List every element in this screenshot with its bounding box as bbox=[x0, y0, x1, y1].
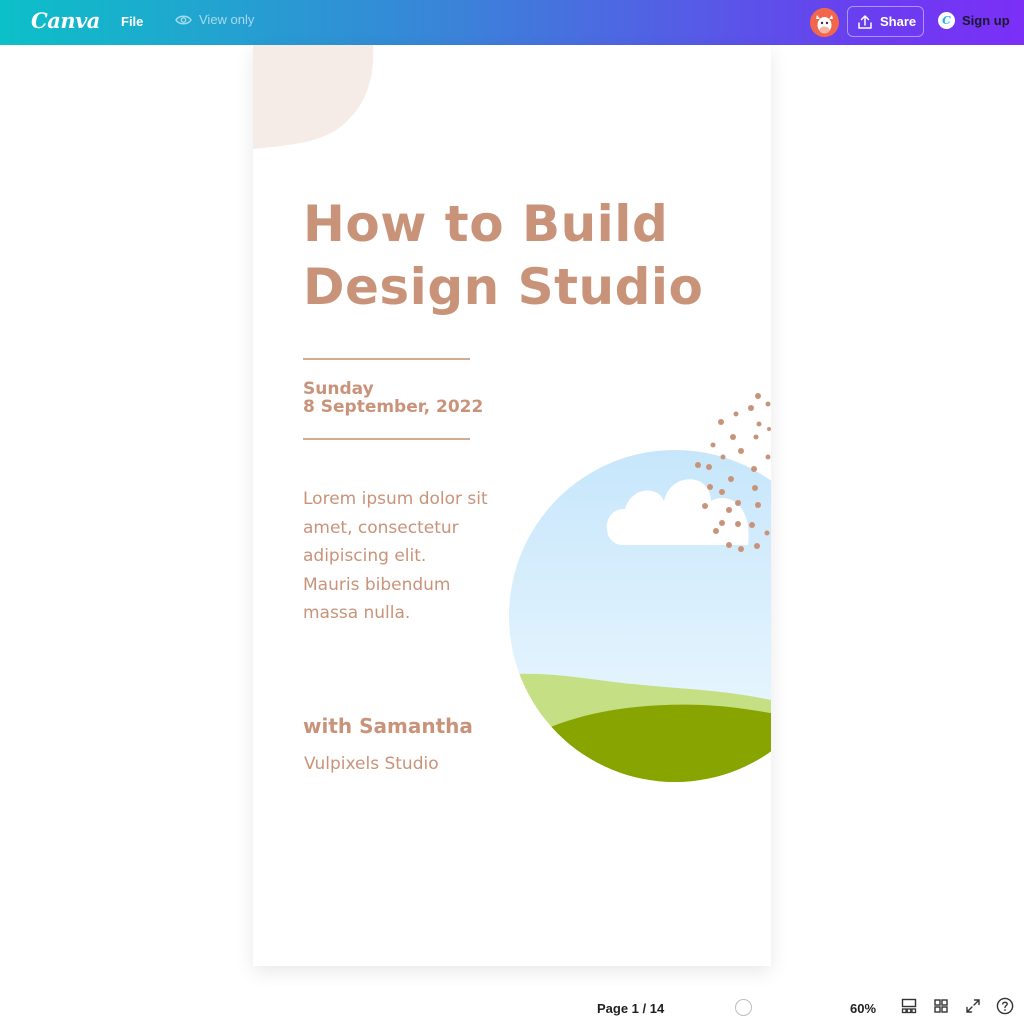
share-button[interactable]: Share bbox=[847, 6, 924, 37]
decorative-blob bbox=[253, 45, 374, 149]
fullscreen-icon[interactable] bbox=[965, 998, 981, 1014]
studio-name: Vulpixels Studio bbox=[304, 754, 439, 774]
canva-c-icon: C bbox=[938, 12, 955, 29]
design-page[interactable]: How to Build Design Studio Sunday 8 Sept… bbox=[253, 45, 771, 966]
canva-logo[interactable]: Canva bbox=[31, 8, 100, 33]
design-title: How to Build Design Studio bbox=[303, 193, 743, 319]
sign-up-button[interactable]: C Sign up bbox=[938, 12, 1010, 29]
divider-bottom bbox=[303, 438, 470, 440]
body-line: massa nulla. bbox=[303, 603, 411, 623]
presenter-name: with Samantha bbox=[303, 714, 473, 738]
view-only-label: View only bbox=[199, 12, 255, 27]
avatar[interactable] bbox=[810, 8, 839, 37]
date-full: 8 September, 2022 bbox=[303, 397, 484, 417]
zoom-slider-handle[interactable] bbox=[735, 999, 752, 1016]
top-bar: Canva File View only Share C Sign up bbox=[0, 0, 1024, 45]
body-line: Mauris bibendum bbox=[303, 574, 451, 595]
page-indicator[interactable]: Page 1 / 14 bbox=[597, 1001, 664, 1016]
cow-avatar-icon bbox=[810, 8, 839, 37]
body-line: Lorem ipsum dolor sit bbox=[303, 489, 488, 509]
divider-top bbox=[303, 358, 470, 360]
date-day: Sunday bbox=[303, 379, 374, 399]
zoom-level[interactable]: 60% bbox=[850, 1001, 876, 1016]
sign-up-label: Sign up bbox=[962, 13, 1010, 28]
body-text: Lorem ipsum dolor sit amet, consectetur … bbox=[303, 485, 503, 628]
grid-view-icon[interactable] bbox=[933, 998, 949, 1014]
title-line-2: Design Studio bbox=[303, 258, 704, 316]
share-label: Share bbox=[880, 14, 917, 29]
help-icon[interactable] bbox=[996, 997, 1014, 1015]
body-line: adipiscing elit. bbox=[303, 546, 427, 566]
view-only-indicator[interactable]: View only bbox=[175, 12, 254, 27]
bottom-bar: Page 1 / 14 60% bbox=[0, 986, 1024, 1024]
landscape-illustration bbox=[509, 393, 771, 782]
event-date: Sunday 8 September, 2022 bbox=[303, 380, 483, 416]
title-line-1: How to Build bbox=[303, 195, 669, 253]
file-menu-button[interactable]: File bbox=[121, 14, 143, 29]
eye-icon bbox=[175, 15, 192, 24]
upload-icon bbox=[858, 14, 872, 29]
body-line: amet, consectetur bbox=[303, 517, 459, 538]
notes-icon[interactable] bbox=[901, 998, 917, 1014]
